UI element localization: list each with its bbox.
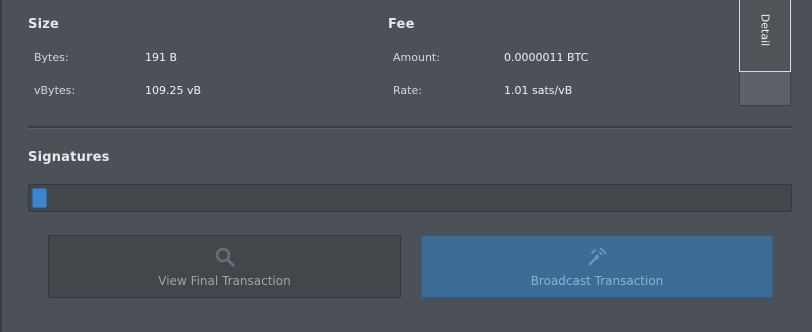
vbytes-label: vBytes: xyxy=(34,84,76,97)
signatures-heading: Signatures xyxy=(28,150,110,165)
search-icon xyxy=(215,247,234,267)
broadcast-transaction-label: Broadcast Transaction xyxy=(530,274,664,288)
broadcast-transaction-button[interactable]: Broadcast Transaction xyxy=(421,235,773,298)
window-edge xyxy=(0,0,2,332)
view-final-transaction-button[interactable]: View Final Transaction xyxy=(48,235,401,298)
detail-tab-label: Detail xyxy=(758,13,772,47)
bytes-value: 191 B xyxy=(145,51,178,64)
section-divider xyxy=(28,126,792,129)
size-heading: Size xyxy=(28,17,60,32)
signatures-progress-bar xyxy=(28,184,792,212)
view-final-transaction-label: View Final Transaction xyxy=(158,274,291,288)
signatures-progress-fill xyxy=(32,188,47,208)
side-tab-placeholder xyxy=(739,72,791,106)
amount-value: 0.0000011 BTC xyxy=(504,51,589,64)
broadcast-icon xyxy=(588,247,607,266)
vbytes-value: 109.25 vB xyxy=(145,84,202,97)
fee-heading: Fee xyxy=(388,17,415,32)
bytes-label: Bytes: xyxy=(34,51,69,64)
amount-label: Amount: xyxy=(393,51,440,64)
detail-tab[interactable]: Detail xyxy=(739,0,791,72)
rate-value: 1.01 sats/vB xyxy=(504,84,573,97)
rate-label: Rate: xyxy=(393,84,422,97)
